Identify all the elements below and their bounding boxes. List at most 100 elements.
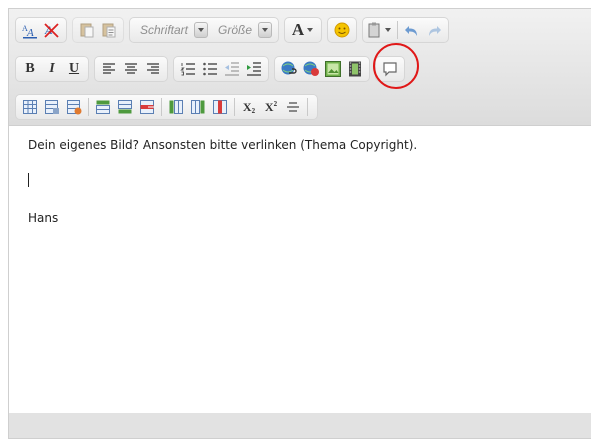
undo-icon (405, 26, 418, 36)
editor-toolbar: AA A Schriftart Größe A B I U X 2 X 2 (9, 9, 591, 125)
bullet-list-icon (203, 62, 217, 76)
table-icon (23, 100, 37, 114)
numbered-list-icon (180, 63, 195, 76)
content-line: Dein eigenes Bild? Ansonsten bitte verli… (28, 138, 418, 152)
delete-row-button[interactable] (136, 96, 158, 118)
font-family-label: Schriftart (140, 23, 189, 37)
insert-column-before-button[interactable] (165, 96, 187, 118)
smiley-button[interactable] (331, 19, 353, 41)
horizontal-rule-button[interactable] (282, 96, 304, 118)
bullet-list-button[interactable] (199, 58, 221, 80)
outdent-icon (225, 62, 239, 76)
smiley-group (327, 17, 358, 43)
editor-statusbar (9, 413, 591, 438)
format-style-icon: AA (22, 24, 37, 39)
toolbar-row-1: AA A Schriftart Größe A (15, 16, 454, 44)
image-icon (325, 61, 341, 77)
toolbar-separator (397, 21, 399, 39)
style-group: AA A (15, 17, 67, 43)
horizontal-rule-icon (287, 102, 299, 112)
table-properties-icon (45, 100, 59, 114)
numbered-list-button[interactable] (177, 58, 199, 80)
insert-image-button[interactable] (322, 58, 344, 80)
remove-link-button[interactable] (300, 58, 322, 80)
link-icon (281, 61, 297, 75)
toolbar-separator (88, 98, 89, 116)
insert-column-after-button[interactable] (187, 96, 209, 118)
toolbar-separator (307, 98, 308, 116)
align-left-button[interactable] (98, 58, 120, 80)
insert-row-below-button[interactable] (114, 96, 136, 118)
align-center-button[interactable] (120, 58, 142, 80)
row-below-icon (118, 100, 132, 114)
list-group (173, 56, 269, 82)
clipboard-icon (368, 22, 380, 38)
underline-button[interactable]: U (63, 58, 85, 80)
align-right-icon (147, 63, 159, 74)
undo-button[interactable] (401, 19, 423, 41)
paste-icon (80, 23, 94, 38)
paste-options-button[interactable] (366, 19, 394, 41)
smiley-icon (334, 22, 350, 38)
underline-glyph: U (68, 61, 80, 76)
align-right-button[interactable] (142, 58, 164, 80)
insert-row-above-button[interactable] (92, 96, 114, 118)
delete-table-button[interactable] (63, 96, 85, 118)
text-color-glyph: A (291, 20, 305, 39)
toolbar-row-2: B I U (15, 55, 410, 83)
italic-button[interactable]: I (41, 58, 63, 80)
table-group: X2 X2 (15, 94, 318, 120)
superscript-glyph: X (264, 99, 274, 114)
column-delete-icon (213, 100, 227, 114)
outdent-button[interactable] (221, 58, 243, 80)
highlight-circle (373, 43, 419, 89)
font-family-select[interactable]: Schriftart (136, 20, 209, 40)
align-center-icon (125, 63, 137, 74)
subscript-glyph: X (242, 99, 252, 114)
redo-icon (429, 26, 442, 36)
insert-group (274, 56, 370, 82)
insert-video-button[interactable] (344, 58, 366, 80)
toolbar-row-3: X2 X2 (15, 93, 323, 121)
remove-format-icon: A (44, 23, 59, 38)
color-group: A (284, 17, 323, 43)
toolbar-separator (161, 98, 162, 116)
chevron-down-icon (194, 22, 209, 38)
format-style-button[interactable]: AA (19, 19, 41, 41)
superscript-button[interactable]: X2 (260, 96, 282, 118)
chevron-down-icon (258, 22, 273, 38)
chevron-down-icon (385, 28, 392, 32)
font-size-select[interactable]: Größe (214, 20, 273, 40)
paste-button[interactable] (76, 19, 98, 41)
film-icon (349, 61, 361, 77)
insert-link-button[interactable] (278, 58, 300, 80)
redo-button[interactable] (423, 19, 445, 41)
superscript-number: 2 (273, 99, 278, 108)
insert-table-button[interactable] (19, 96, 41, 118)
editor-content[interactable]: Dein eigenes Bild? Ansonsten bitte verli… (9, 125, 591, 413)
indent-icon (247, 62, 261, 76)
bold-glyph: B (25, 61, 35, 76)
table-properties-button[interactable] (41, 96, 63, 118)
column-before-icon (169, 100, 183, 114)
unlink-icon (303, 61, 319, 76)
delete-column-button[interactable] (209, 96, 231, 118)
italic-glyph: I (49, 61, 55, 76)
bold-button[interactable]: B (19, 58, 41, 80)
text-color-button[interactable]: A (288, 19, 318, 41)
indent-button[interactable] (243, 58, 265, 80)
paste-text-button[interactable] (98, 19, 120, 41)
paste-undo-group (362, 17, 450, 43)
rich-text-editor: AA A Schriftart Größe A B I U X 2 X 2 De… (8, 8, 591, 439)
column-after-icon (191, 100, 205, 114)
remove-format-button[interactable]: A (41, 19, 63, 41)
chevron-down-icon (307, 28, 314, 32)
subscript-number: 2 (251, 106, 256, 115)
subscript-button[interactable]: X2 (238, 96, 260, 118)
font-group: Schriftart Größe (129, 17, 280, 43)
toolbar-separator (234, 98, 235, 116)
basic-format-group: B I U (15, 56, 89, 82)
align-left-icon (103, 63, 115, 74)
paste-text-icon (102, 23, 116, 38)
table-delete-icon (67, 100, 82, 115)
